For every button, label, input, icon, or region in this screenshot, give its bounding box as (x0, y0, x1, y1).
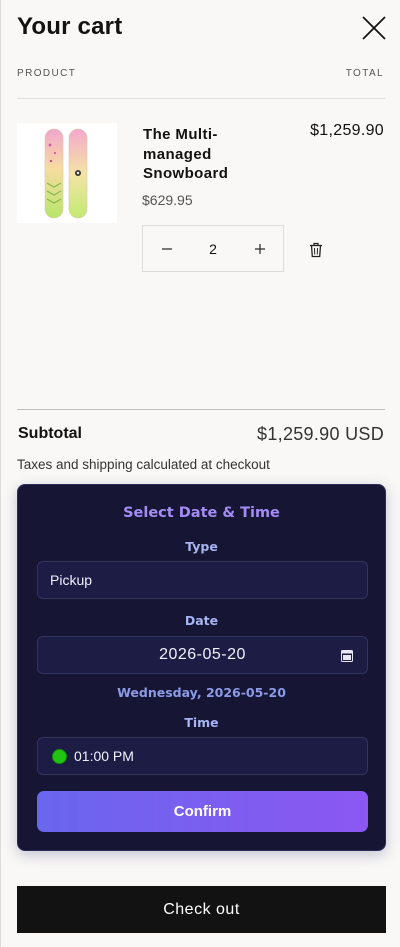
type-select[interactable]: Pickup (37, 561, 368, 599)
date-input[interactable]: 2026-05-20 (37, 636, 368, 674)
type-label: Type (185, 539, 218, 554)
close-icon (362, 16, 386, 40)
date-time-picker: Select Date & Time Type Pickup Date 2026… (17, 484, 386, 851)
line-total: $1,259.90 (310, 122, 384, 139)
subtotal-value: $1,259.90 USD (257, 424, 384, 444)
checkout-button[interactable]: Check out (17, 886, 386, 933)
close-button[interactable] (359, 13, 389, 43)
quantity-input[interactable]: 2 (190, 241, 236, 257)
time-value: 01:00 PM (74, 748, 134, 764)
cart-drawer: Your cart PRODUCT TOTAL The Multi-manage… (0, 0, 400, 947)
date-label: Date (184, 613, 219, 628)
subtotal-label: Subtotal (18, 425, 82, 442)
total-column-header: TOTAL (345, 68, 384, 79)
summary-divider (17, 409, 385, 410)
product-column-header: PRODUCT (17, 68, 77, 79)
availability-dot-icon (52, 748, 67, 764)
tax-note: Taxes and shipping calculated at checkou… (17, 457, 270, 472)
remove-item-button[interactable] (309, 242, 323, 258)
date-value: 2026-05-20 (159, 646, 246, 663)
selected-weekday: Wednesday, 2026-05-20 (117, 685, 286, 700)
confirm-button[interactable]: Confirm (37, 791, 368, 832)
time-select[interactable]: 01:00 PM (37, 737, 368, 775)
plus-icon (254, 243, 265, 254)
unit-price: $629.95 (142, 192, 193, 208)
increase-quantity-button[interactable] (236, 226, 283, 271)
header-divider (17, 98, 385, 99)
trash-icon (310, 242, 322, 258)
minus-icon (161, 247, 172, 250)
calendar-icon[interactable] (341, 649, 353, 662)
cart-title: Your cart (17, 13, 123, 40)
quantity-stepper: 2 (142, 225, 284, 272)
time-label: Time (184, 715, 219, 730)
decrease-quantity-button[interactable] (143, 226, 190, 271)
product-thumbnail[interactable] (17, 123, 117, 223)
picker-title: Select Date & Time (123, 505, 280, 521)
product-name[interactable]: The Multi-managed Snowboard (143, 125, 263, 184)
type-value: Pickup (50, 572, 93, 588)
snowboard-image (44, 128, 88, 219)
